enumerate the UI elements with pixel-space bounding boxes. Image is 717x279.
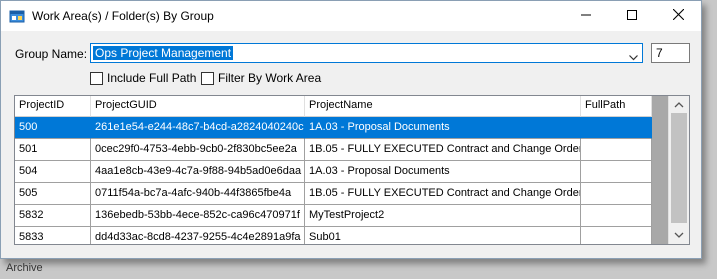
chevron-down-icon[interactable]: [629, 50, 638, 64]
group-name-label: Group Name:: [15, 47, 88, 61]
include-full-path-label[interactable]: Include Full Path: [107, 71, 196, 85]
group-name-value: Ops Project Management: [93, 46, 234, 60]
minimize-icon: [581, 9, 591, 23]
column-header-projectguid[interactable]: ProjectGUID: [91, 96, 305, 117]
maximize-button[interactable]: [609, 1, 655, 31]
status-text: Archive: [6, 262, 43, 274]
column-header-fullpath[interactable]: FullPath: [581, 96, 652, 117]
table-row[interactable]: 500 261e1e54-e244-48c7-b4cd-a2824040240c 1…: [15, 117, 652, 139]
table-row[interactable]: 501 0cec29f0-4753-4ebb-9cb0-2f830bc5ee2a 1…: [15, 139, 652, 161]
cell-name[interactable]: Sub01: [305, 227, 581, 244]
cell-path[interactable]: [581, 227, 652, 244]
window-title: Work Area(s) / Folder(s) By Group: [32, 9, 214, 23]
scroll-up-icon[interactable]: [673, 99, 685, 111]
cell-id[interactable]: 501: [15, 139, 91, 161]
cell-name[interactable]: 1A.03 - Proposal Documents: [305, 161, 581, 183]
table-row[interactable]: 5832 136ebedb-53bb-4ece-852c-ca96c470971f…: [15, 205, 652, 227]
cell-id[interactable]: 5833: [15, 227, 91, 244]
cell-path[interactable]: [581, 205, 652, 227]
close-button[interactable]: [655, 1, 701, 31]
cell-id[interactable]: 500: [15, 117, 91, 139]
table-row[interactable]: 505 0711f54a-bc7a-4afc-940b-44f3865fbe4a 1…: [15, 183, 652, 205]
cell-guid[interactable]: dd4d33ac-8cd8-4237-9255-4c4e2891a9fa: [91, 227, 305, 244]
cell-path[interactable]: [581, 161, 652, 183]
scrollbar-thumb[interactable]: [671, 113, 687, 223]
close-icon: [672, 8, 684, 23]
minimize-button[interactable]: [563, 1, 609, 31]
cell-path[interactable]: [581, 117, 652, 139]
group-name-combobox[interactable]: Ops Project Management: [90, 43, 643, 63]
project-grid[interactable]: ProjectID ProjectGUID ProjectName FullPa…: [14, 95, 690, 245]
cell-name[interactable]: 1A.03 - Proposal Documents: [305, 117, 581, 139]
title-bar[interactable]: Work Area(s) / Folder(s) By Group: [1, 1, 701, 31]
app-icon: [9, 8, 25, 24]
filter-by-work-area-label[interactable]: Filter By Work Area: [218, 71, 321, 85]
filter-by-work-area-checkbox[interactable]: [201, 72, 214, 85]
cell-guid[interactable]: 136ebedb-53bb-4ece-852c-ca96c470971f: [91, 205, 305, 227]
cell-name[interactable]: 1B.05 - FULLY EXECUTED Contract and Chan…: [305, 139, 581, 161]
cell-guid[interactable]: 4aa1e8cb-43e9-4c7a-9f88-94b5ad0e6daa: [91, 161, 305, 183]
column-header-projectid[interactable]: ProjectID: [15, 96, 91, 117]
cell-name[interactable]: MyTestProject2: [305, 205, 581, 227]
cell-guid[interactable]: 261e1e54-e244-48c7-b4cd-a2824040240c: [91, 117, 305, 139]
table-row[interactable]: 5833 dd4d33ac-8cd8-4237-9255-4c4e2891a9fa…: [15, 227, 652, 244]
cell-id[interactable]: 505: [15, 183, 91, 205]
column-header-projectname[interactable]: ProjectName: [305, 96, 581, 117]
cell-path[interactable]: [581, 139, 652, 161]
cell-id[interactable]: 5832: [15, 205, 91, 227]
scroll-down-icon[interactable]: [673, 229, 685, 241]
count-field[interactable]: 7: [651, 43, 690, 63]
cell-name[interactable]: 1B.05 - FULLY EXECUTED Contract and Chan…: [305, 183, 581, 205]
cell-id[interactable]: 504: [15, 161, 91, 183]
maximize-icon: [627, 9, 637, 23]
window: Work Area(s) / Folder(s) By Group Group …: [0, 0, 702, 259]
grid-empty-area: [652, 96, 668, 244]
include-full-path-checkbox[interactable]: [90, 72, 103, 85]
cell-guid[interactable]: 0cec29f0-4753-4ebb-9cb0-2f830bc5ee2a: [91, 139, 305, 161]
cell-guid[interactable]: 0711f54a-bc7a-4afc-940b-44f3865fbe4a: [91, 183, 305, 205]
cell-path[interactable]: [581, 183, 652, 205]
table-row[interactable]: 504 4aa1e8cb-43e9-4c7a-9f88-94b5ad0e6daa 1…: [15, 161, 652, 183]
vertical-scrollbar[interactable]: [668, 96, 689, 244]
